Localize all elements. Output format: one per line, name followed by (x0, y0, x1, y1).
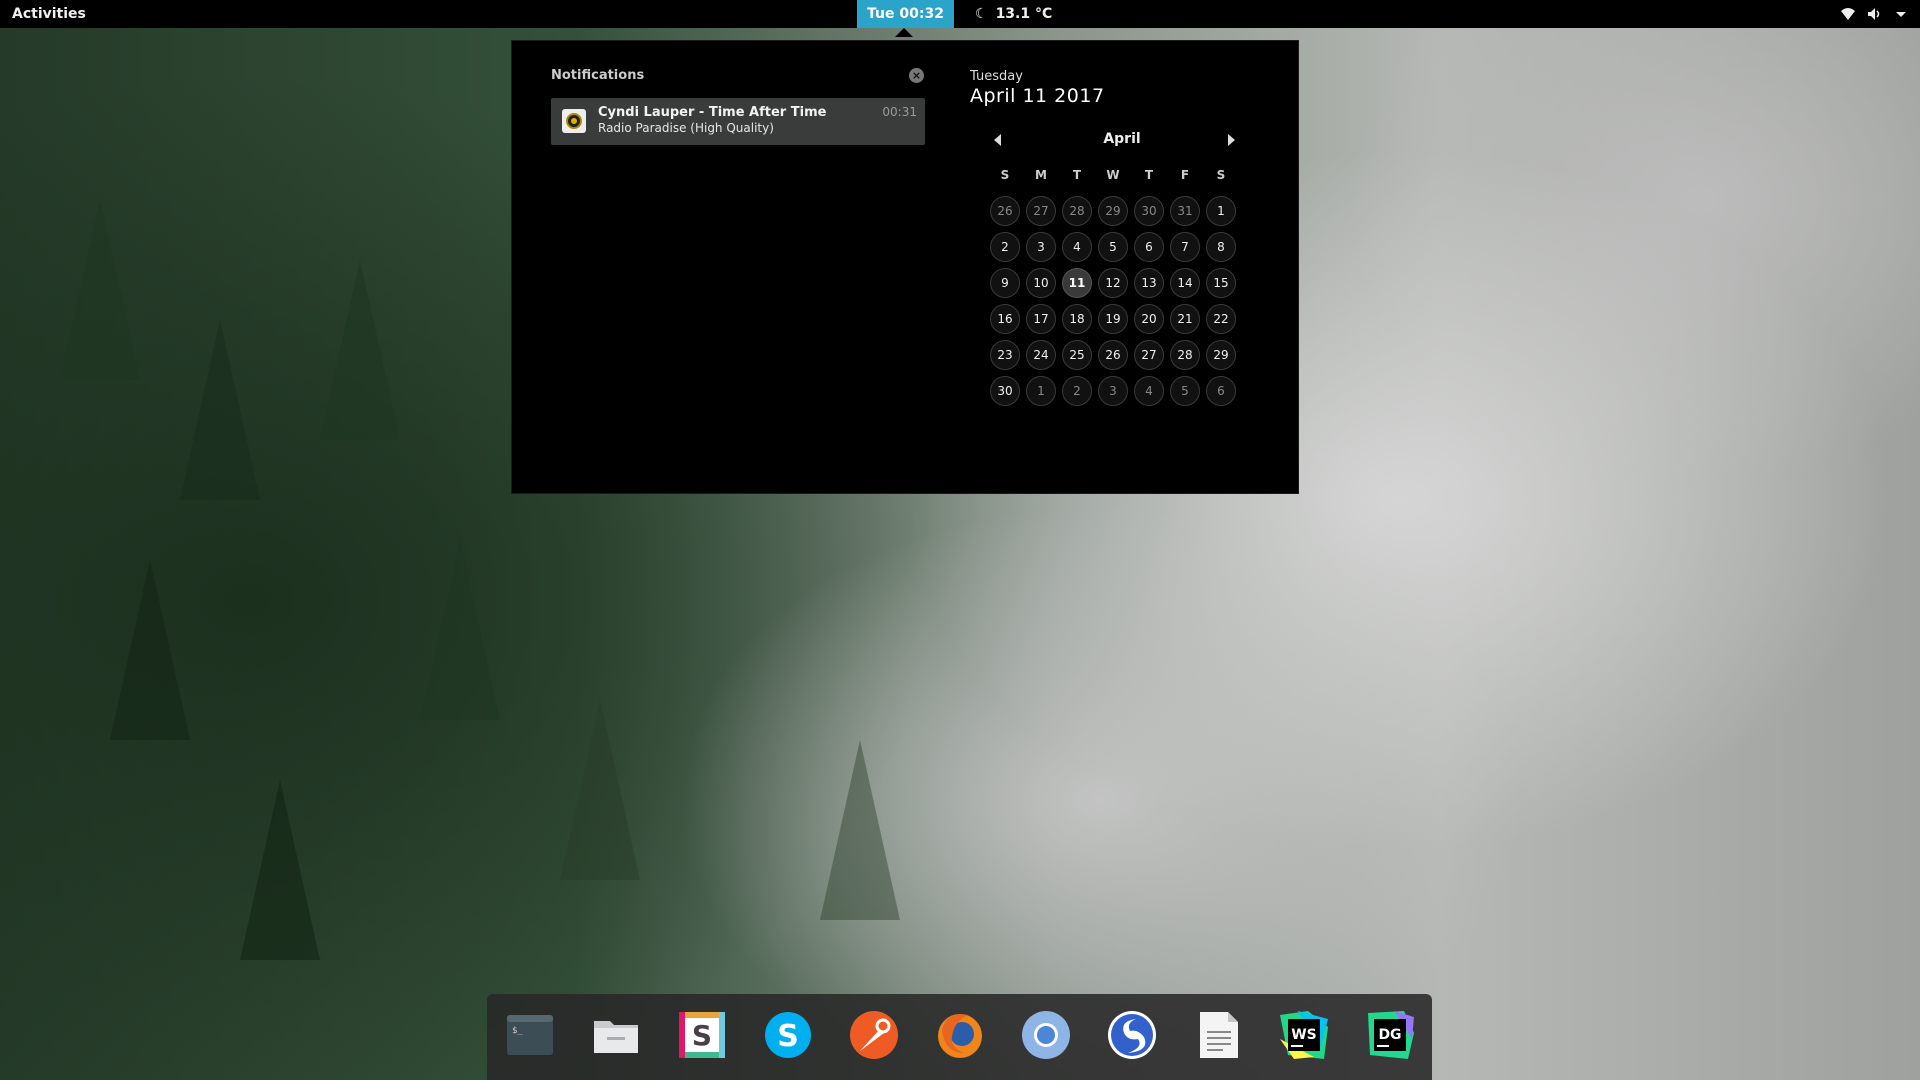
calendar-day[interactable]: 6 (1134, 232, 1164, 262)
svg-text:$_: $_ (512, 1026, 523, 1036)
calendar-day[interactable]: 4 (1134, 376, 1164, 406)
postman-icon[interactable] (848, 1009, 900, 1061)
wifi-icon[interactable] (1840, 6, 1856, 22)
skype-icon[interactable]: S (762, 1009, 814, 1061)
datagrip-icon[interactable]: DG (1364, 1009, 1416, 1061)
calendar-day[interactable]: 2 (990, 232, 1020, 262)
calendar-day[interactable]: 16 (990, 304, 1020, 334)
slack-icon[interactable]: S (676, 1009, 728, 1061)
notification-title: Cyndi Lauper - Time After Time (598, 105, 827, 120)
calendar-day[interactable]: 11 (1062, 268, 1092, 298)
calendar-day[interactable]: 31 (1170, 196, 1200, 226)
calendar-day[interactable]: 26 (1098, 340, 1128, 370)
simplenote-icon[interactable] (1106, 1009, 1158, 1061)
weekday-header: S (1216, 168, 1226, 182)
calendar-day[interactable]: 23 (990, 340, 1020, 370)
calendar-day[interactable]: 5 (1098, 232, 1128, 262)
notification-item[interactable]: Cyndi Lauper - Time After Time Radio Par… (551, 98, 925, 145)
weekday-header: M (1035, 168, 1047, 182)
calendar-day[interactable]: 27 (1026, 196, 1056, 226)
clear-notifications-icon[interactable]: × (909, 68, 924, 83)
calendar-day[interactable]: 20 (1134, 304, 1164, 334)
weekday-header: T (1072, 168, 1082, 182)
calendar-month: April (1103, 131, 1141, 147)
calendar-day[interactable]: 3 (1026, 232, 1056, 262)
calendar-day[interactable]: 18 (1062, 304, 1092, 334)
calendar-day[interactable]: 3 (1098, 376, 1128, 406)
clock-button[interactable]: Tue 00:32 (857, 0, 954, 28)
weekday-header: T (1144, 168, 1154, 182)
calendar-day[interactable]: 29 (1206, 340, 1236, 370)
calendar-day[interactable]: 30 (1134, 196, 1164, 226)
calendar-day[interactable]: 6 (1206, 376, 1236, 406)
calendar-day[interactable]: 4 (1062, 232, 1092, 262)
webstorm-icon[interactable]: WS (1278, 1009, 1330, 1061)
calendar-day[interactable]: 1 (1206, 196, 1236, 226)
calendar-day[interactable]: 29 (1098, 196, 1128, 226)
next-month-icon[interactable] (1228, 134, 1235, 146)
svg-text:S: S (777, 1019, 799, 1054)
text-editor-icon[interactable] (1192, 1009, 1244, 1061)
weather-temperature: 13.1 °C (995, 6, 1053, 22)
weekday-header: W (1106, 168, 1120, 182)
top-bar: Activities Tue 00:32 ☾ 13.1 °C (0, 0, 1920, 28)
calendar-day[interactable]: 28 (1062, 196, 1092, 226)
calendar-day[interactable]: 9 (990, 268, 1020, 298)
files-icon[interactable] (590, 1009, 642, 1061)
calendar-day[interactable]: 13 (1134, 268, 1164, 298)
calendar-day[interactable]: 22 (1206, 304, 1236, 334)
calendar-full-date[interactable]: April 11 2017 (970, 85, 1105, 107)
popup-pointer (895, 28, 913, 37)
calendar-day[interactable]: 24 (1026, 340, 1056, 370)
notifications-title: Notifications (551, 68, 645, 83)
calendar-day[interactable]: 15 (1206, 268, 1236, 298)
svg-text:S: S (692, 1019, 712, 1052)
calendar-weekday[interactable]: Tuesday (970, 69, 1023, 84)
weekday-header: F (1180, 168, 1190, 182)
weather-indicator[interactable]: ☾ 13.1 °C (975, 0, 1052, 28)
weekday-header: S (1000, 168, 1010, 182)
calendar-day[interactable]: 17 (1026, 304, 1056, 334)
calendar-day[interactable]: 26 (990, 196, 1020, 226)
chromium-icon[interactable] (1020, 1009, 1072, 1061)
activities-button[interactable]: Activities (12, 0, 86, 28)
moon-icon: ☾ (975, 6, 988, 22)
calendar-day[interactable]: 1 (1026, 376, 1056, 406)
calendar-day[interactable]: 8 (1206, 232, 1236, 262)
calendar-day[interactable]: 28 (1170, 340, 1200, 370)
notification-subtitle: Radio Paradise (High Quality) (598, 121, 774, 135)
dock: $_ S S WS DG (487, 994, 1432, 1080)
calendar-day[interactable]: 7 (1170, 232, 1200, 262)
svg-text:WS: WS (1291, 1027, 1317, 1043)
volume-icon[interactable] (1866, 6, 1882, 22)
calendar-day[interactable]: 12 (1098, 268, 1128, 298)
notification-time: 00:31 (882, 105, 917, 119)
calendar-day[interactable]: 19 (1098, 304, 1128, 334)
terminal-icon[interactable]: $_ (504, 1009, 556, 1061)
calendar-day[interactable]: 30 (990, 376, 1020, 406)
system-menu-arrow-icon[interactable] (1893, 6, 1909, 22)
rhythmbox-icon (562, 109, 586, 133)
calendar-day[interactable]: 10 (1026, 268, 1056, 298)
date-menu-popup: Notifications × Cyndi Lauper - Time Afte… (511, 40, 1299, 494)
calendar-day[interactable]: 14 (1170, 268, 1200, 298)
firefox-icon[interactable] (934, 1009, 986, 1061)
calendar-day[interactable]: 5 (1170, 376, 1200, 406)
previous-month-icon[interactable] (994, 134, 1001, 146)
calendar-day[interactable]: 21 (1170, 304, 1200, 334)
calendar-day[interactable]: 2 (1062, 376, 1092, 406)
calendar-day[interactable]: 25 (1062, 340, 1092, 370)
calendar-day[interactable]: 27 (1134, 340, 1164, 370)
svg-text:DG: DG (1378, 1027, 1401, 1043)
